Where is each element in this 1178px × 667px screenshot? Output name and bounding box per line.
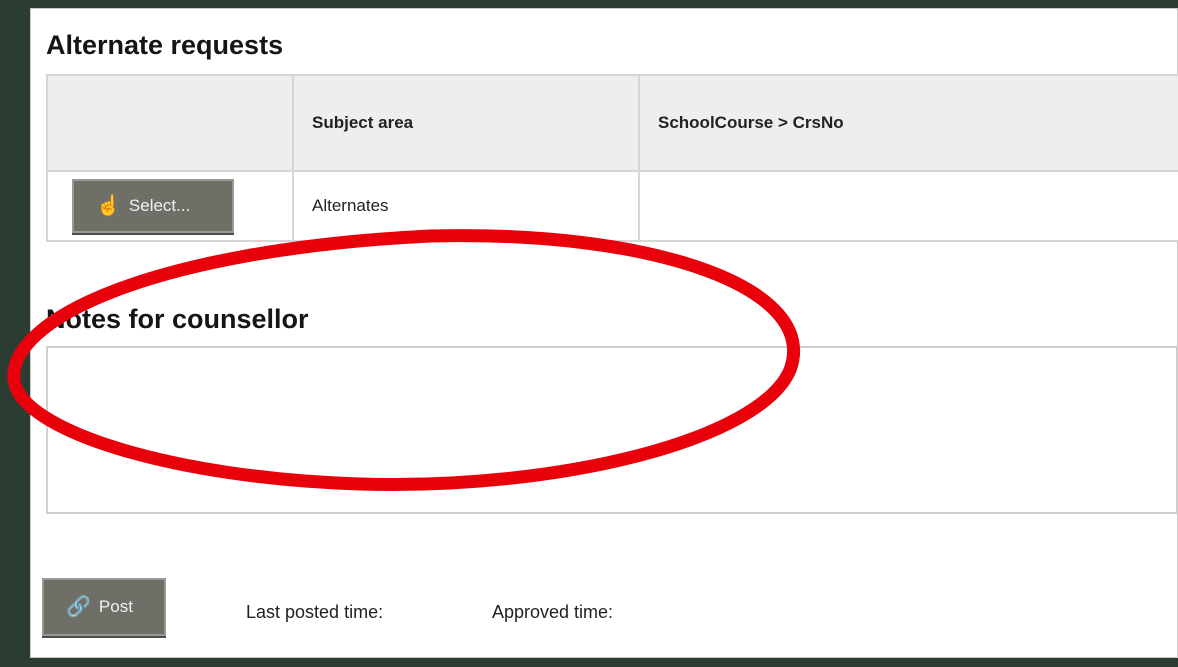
subject-area-cell: Alternates (292, 170, 640, 242)
course-number-cell (638, 170, 1178, 242)
post-button-label: Post (98, 597, 133, 616)
select-cell: ☝ Select... (46, 170, 294, 242)
table-header-row: Subject area SchoolCourse > CrsNo (46, 74, 1178, 172)
last-posted-time-label: Last posted time: (246, 602, 384, 622)
link-icon: 🔗 (66, 596, 91, 618)
column-header-course-number[interactable]: SchoolCourse > CrsNo (638, 74, 1178, 172)
alternate-requests-table: Subject area SchoolCourse > CrsNo ☝ Sele… (46, 74, 1178, 242)
notes-textarea[interactable] (46, 346, 1178, 514)
pointer-hand-icon: ☝ (96, 195, 121, 217)
column-header-subject-area[interactable]: Subject area (292, 74, 640, 172)
window-frame: Alternate requests Subject area SchoolCo… (0, 0, 1178, 667)
course-request-panel: Alternate requests Subject area SchoolCo… (30, 8, 1178, 658)
select-button-label: Select... (128, 196, 191, 215)
table-row: ☝ Select... Alternates (46, 170, 1178, 242)
approved-time-label: Approved time: (492, 602, 614, 622)
alternate-requests-heading: Alternate requests (46, 30, 284, 60)
select-button[interactable]: ☝ Select... (72, 179, 234, 233)
column-header-actions (46, 74, 294, 172)
post-button[interactable]: 🔗 Post (42, 578, 166, 636)
notes-heading: Notes for counsellor (46, 304, 309, 334)
